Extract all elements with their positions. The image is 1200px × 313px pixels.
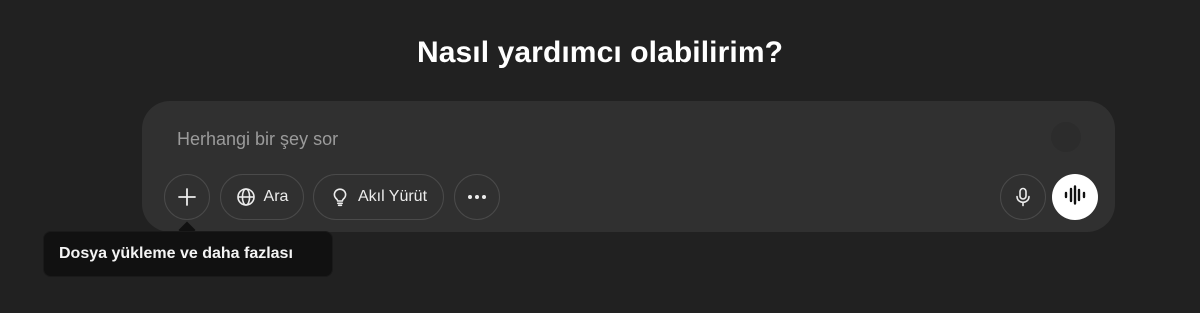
prompt-input[interactable] (177, 127, 1037, 151)
voice-mode-button[interactable] (1052, 174, 1098, 220)
globe-icon (236, 187, 256, 207)
attach-tooltip: Dosya yükleme ve daha fazlası (43, 231, 333, 277)
composer: Ara Akıl Yürüt (142, 101, 1115, 232)
search-button[interactable]: Ara (220, 174, 304, 220)
attach-button[interactable] (164, 174, 210, 220)
reason-button[interactable]: Akıl Yürüt (313, 174, 444, 220)
more-dots-icon (467, 194, 487, 200)
reason-button-label: Akıl Yürüt (357, 188, 428, 205)
voice-wave-icon (1063, 184, 1087, 210)
chat-home: Nasıl yardımcı olabilirim? Herhangi bir … (0, 0, 1200, 313)
search-button-label: Ara (263, 188, 289, 205)
microphone-icon (1014, 187, 1032, 207)
page-title: Nasıl yardımcı olabilirim? (416, 36, 784, 69)
more-tools-button[interactable] (454, 174, 500, 220)
composer-toolbar: Ara Akıl Yürüt (164, 174, 1100, 220)
dictate-button[interactable] (1000, 174, 1046, 220)
composer-ghost-circle (1051, 122, 1081, 152)
plus-icon (177, 187, 197, 207)
lightbulb-icon (330, 187, 350, 207)
tooltip-text: Dosya yükleme ve daha fazlası (59, 245, 293, 262)
